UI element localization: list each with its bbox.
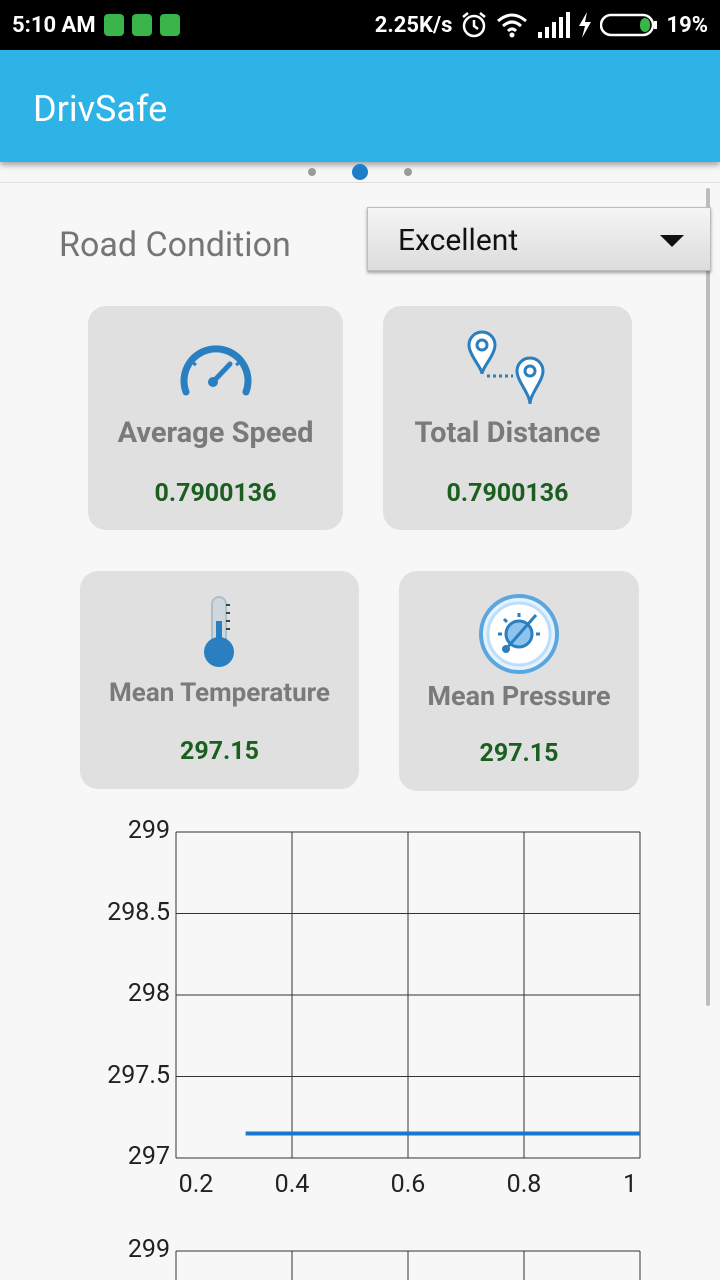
y-tick-label: 297 xyxy=(127,1142,170,1171)
total-distance-card: Total Distance 0.7900136 xyxy=(383,306,632,530)
mean-pressure-card: Mean Pressure 297.15 xyxy=(399,571,639,791)
thermometer-icon xyxy=(204,596,234,667)
y-tick-label: 299 xyxy=(127,816,170,845)
average-speed-value: 0.7900136 xyxy=(154,479,277,508)
page-dot-1[interactable] xyxy=(308,168,316,176)
status-bar: 5:10 AM 2.25K/s 19% xyxy=(0,0,720,50)
x-tick-label: 0.8 xyxy=(506,1170,542,1199)
x-tick-label: 0.2 xyxy=(178,1170,214,1199)
signal-icon xyxy=(538,12,571,38)
android-icon xyxy=(159,14,180,36)
road-condition-dropdown[interactable]: Excellent xyxy=(367,207,711,271)
x-tick-label: 0.6 xyxy=(390,1170,426,1199)
road-condition-selected: Excellent xyxy=(398,223,519,258)
charging-icon xyxy=(579,12,592,38)
wifi-icon xyxy=(497,13,528,38)
x-tick-label: 0.4 xyxy=(274,1170,310,1199)
status-time: 5:10 AM xyxy=(12,12,96,38)
chevron-down-icon xyxy=(660,235,684,247)
average-speed-card: Average Speed 0.7900136 xyxy=(88,306,343,530)
app-bar: DrivSafe xyxy=(0,50,720,162)
y-tick-label: 299 xyxy=(127,1235,170,1264)
divider xyxy=(0,182,720,183)
total-distance-value: 0.7900136 xyxy=(446,479,569,508)
average-speed-label: Average Speed xyxy=(117,416,314,450)
pressure-gauge-icon xyxy=(479,594,559,674)
temperature-chart: 299 298.5 298 297.5 297 0.2 0.4 0.6 0.8 1 xyxy=(0,800,720,1220)
total-distance-label: Total Distance xyxy=(414,416,601,450)
speedometer-icon xyxy=(180,345,252,396)
mean-pressure-label: Mean Pressure xyxy=(427,680,611,712)
road-condition-label: Road Condition xyxy=(59,225,291,265)
alarm-icon xyxy=(462,12,487,38)
network-speed: 2.25K/s xyxy=(374,12,453,38)
battery-percent: 19% xyxy=(666,12,708,38)
notification-icon xyxy=(103,14,124,36)
x-tick-label: 1 xyxy=(622,1170,638,1199)
y-tick-label: 298 xyxy=(127,979,170,1008)
route-pins-icon xyxy=(467,330,545,405)
app-title: DrivSafe xyxy=(33,88,168,130)
mean-pressure-value: 297.15 xyxy=(479,739,559,768)
page-indicator xyxy=(0,164,720,182)
mean-temperature-label: Mean Temperature xyxy=(109,678,330,708)
pressure-chart: 299 xyxy=(0,1220,720,1280)
mean-temperature-value: 297.15 xyxy=(180,737,259,766)
android-icon xyxy=(131,14,152,36)
y-tick-label: 298.5 xyxy=(107,897,170,927)
page-dot-3[interactable] xyxy=(404,168,412,176)
y-tick-label: 297.5 xyxy=(107,1060,170,1090)
battery-icon xyxy=(600,13,658,37)
mean-temperature-card: Mean Temperature 297.15 xyxy=(80,571,359,789)
page-dot-2[interactable] xyxy=(352,164,368,180)
